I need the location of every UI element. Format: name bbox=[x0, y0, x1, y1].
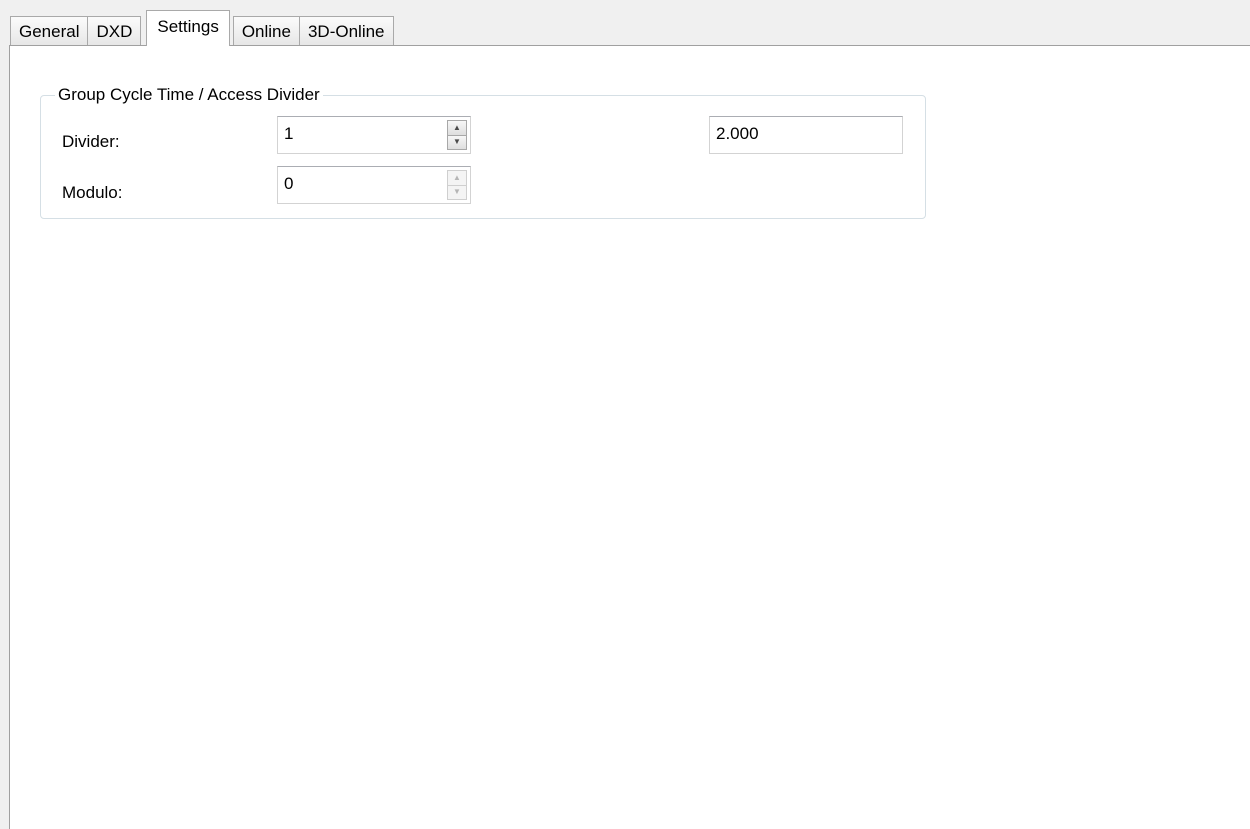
spin-up-arrow-icon[interactable]: ▲ bbox=[447, 120, 467, 136]
tab-3d-online-label: 3D-Online bbox=[307, 21, 385, 41]
modulo-value: 0 bbox=[284, 174, 294, 193]
settings-panel: Group Cycle Time / Access Divider Divide… bbox=[9, 45, 1250, 829]
divider-label: Divider: bbox=[62, 132, 120, 151]
tab-online-label: Online bbox=[241, 21, 291, 41]
spin-down-arrow-icon[interactable]: ▼ bbox=[447, 185, 467, 200]
tab-dxd-label: DXD bbox=[96, 21, 133, 41]
properties-window: General DXD Settings Online 3D-Online Gr… bbox=[0, 0, 1250, 829]
divider-spinbox[interactable]: 1 ▲ ▼ bbox=[277, 116, 471, 154]
divider-value: 1 bbox=[284, 124, 294, 143]
modulo-label: Modulo: bbox=[62, 183, 123, 202]
tab-settings[interactable]: Settings bbox=[146, 10, 230, 46]
tab-online[interactable]: Online bbox=[232, 16, 300, 46]
tab-general[interactable]: General bbox=[10, 16, 89, 46]
divider-spin-buttons: ▲ ▼ bbox=[447, 120, 467, 150]
cycle-time-value: 2.000 bbox=[716, 124, 759, 143]
tab-strip: General DXD Settings Online 3D-Online bbox=[10, 10, 394, 46]
cycle-time-field[interactable]: 2.000 bbox=[709, 116, 903, 154]
tab-3d-online[interactable]: 3D-Online bbox=[298, 16, 394, 46]
modulo-spin-buttons: ▲ ▼ bbox=[447, 170, 467, 200]
spin-up-arrow-icon[interactable]: ▲ bbox=[447, 170, 467, 186]
cycle-time-groupbox: Group Cycle Time / Access Divider Divide… bbox=[40, 84, 926, 219]
tab-settings-label: Settings bbox=[157, 17, 219, 36]
groupbox-title: Group Cycle Time / Access Divider bbox=[55, 84, 323, 106]
modulo-spinbox[interactable]: 0 ▲ ▼ bbox=[277, 166, 471, 204]
spin-down-arrow-icon[interactable]: ▼ bbox=[447, 135, 467, 150]
tab-dxd[interactable]: DXD bbox=[87, 16, 142, 46]
tab-general-label: General bbox=[19, 21, 80, 41]
